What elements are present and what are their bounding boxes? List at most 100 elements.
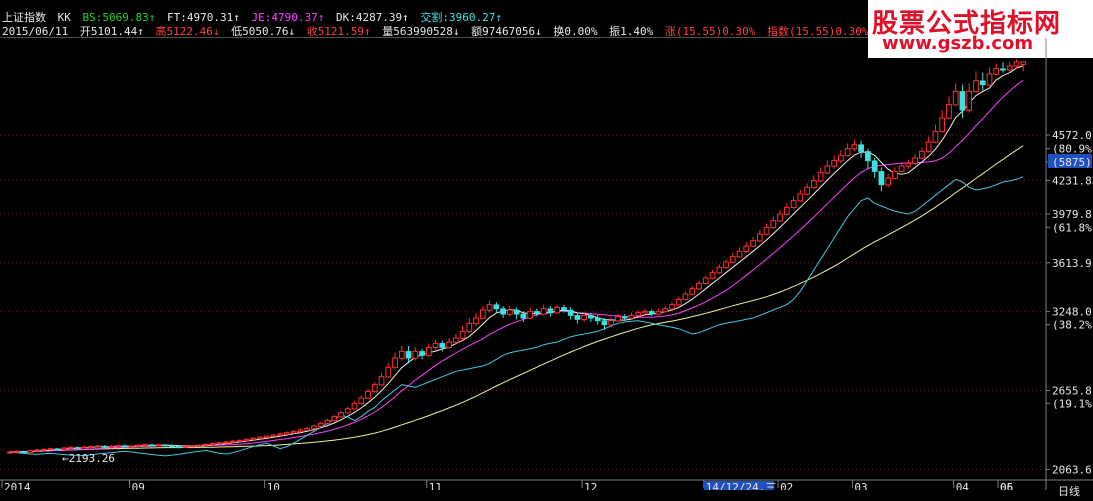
candle-body [527, 310, 533, 319]
candle-body [770, 220, 777, 229]
price-chart[interactable]: 4572.0(80.9%)(5875) 4231.83 3979.8(61.8%) 3… [0, 38, 1093, 490]
candle-body [1006, 65, 1013, 71]
candle-body [621, 316, 628, 319]
candle-body [108, 445, 115, 448]
candle-body [885, 177, 892, 186]
candle-body [675, 298, 682, 306]
y-tick-label: 3979.8 [1052, 208, 1092, 221]
candle-body [966, 90, 973, 111]
candle-body [81, 446, 88, 449]
candle-body [40, 448, 47, 451]
candle-body [952, 90, 959, 106]
x-tick-label: 04 [956, 481, 970, 490]
candle-body [628, 314, 635, 319]
candle-body [493, 304, 500, 310]
x-tick-label: 03 [854, 481, 867, 490]
candle-body [608, 320, 615, 326]
candle-body [898, 165, 905, 173]
candle-body [946, 104, 952, 119]
candle-body [486, 304, 493, 311]
candle-body [939, 117, 946, 133]
candle-body [810, 180, 817, 189]
candle-body [176, 445, 182, 448]
candle-body [338, 412, 344, 418]
candle-body [189, 445, 196, 448]
x-tick-label: 14/12/24,三 [706, 481, 777, 490]
candle-body [756, 233, 763, 242]
candle-body [13, 450, 20, 453]
candle-body [574, 315, 581, 320]
candle-body [905, 162, 912, 167]
x-tick-label: 10 [267, 481, 280, 490]
y-tick-label: 4572.0 [1052, 129, 1092, 142]
candle-body [871, 160, 878, 172]
candle-body [250, 437, 257, 441]
candle-body [243, 438, 250, 442]
candle-body [311, 425, 317, 430]
candle-body [986, 73, 993, 86]
candle-body [358, 397, 365, 405]
candle-body [446, 341, 452, 349]
candle-body [412, 350, 419, 359]
candle-body [466, 322, 473, 333]
candle-body [520, 313, 527, 319]
candle-body [297, 429, 304, 433]
period-label[interactable]: 日线 [1058, 483, 1080, 499]
candle-body [689, 288, 696, 295]
ma-white-line [9, 65, 1024, 453]
candle-body [561, 307, 567, 311]
candle-body [750, 240, 756, 247]
candle-body [567, 309, 574, 316]
candle-body [317, 422, 324, 427]
candle-body [919, 150, 925, 159]
candle-body [500, 308, 506, 315]
y-tick-label: (80.9%) [1052, 143, 1093, 156]
candle-body [892, 170, 898, 179]
x-tick-label: 06 [1000, 481, 1013, 490]
candle-body [284, 432, 290, 435]
x-tick-label: 2014 [4, 481, 31, 490]
candle-body [230, 440, 236, 443]
candle-body [790, 200, 797, 209]
candle-body [682, 293, 689, 301]
candle-body [635, 312, 642, 317]
x-tick-label: 12 [584, 481, 597, 490]
ma-yellow-line [9, 145, 1024, 453]
candle-body [736, 250, 743, 258]
candle-body [385, 366, 392, 378]
candle-body [155, 444, 162, 447]
candle-body [615, 316, 621, 322]
candle-body [365, 390, 371, 399]
candle-body [169, 445, 175, 448]
candle-body [729, 256, 736, 263]
candle-body [344, 408, 351, 414]
candle-body [331, 416, 338, 422]
candle-body [648, 311, 655, 315]
candle-body [452, 337, 459, 343]
candle-body [216, 442, 223, 445]
candle-body [534, 311, 540, 315]
candle-body [223, 441, 230, 444]
candle-body [88, 446, 94, 449]
candle-body [7, 451, 13, 454]
candle-body [392, 357, 398, 369]
candle-body [121, 445, 128, 448]
candle-body [601, 320, 608, 326]
candle-body [513, 309, 520, 315]
candle-body [263, 435, 270, 438]
candle-body [817, 172, 824, 182]
candle-body [270, 434, 277, 437]
candle-body [858, 144, 864, 152]
candle-body [973, 80, 979, 93]
candle-body [878, 171, 885, 186]
candle-body [979, 80, 986, 86]
y-tick-label: (61.8%) [1052, 221, 1093, 234]
candle-body [912, 157, 919, 165]
x-tick-label: 02 [780, 481, 793, 490]
candle-body [1020, 61, 1027, 66]
candle-body [182, 445, 189, 448]
candle-body [115, 445, 121, 448]
candle-body [378, 376, 385, 386]
candle-body [405, 351, 412, 359]
candle-body [425, 346, 432, 357]
